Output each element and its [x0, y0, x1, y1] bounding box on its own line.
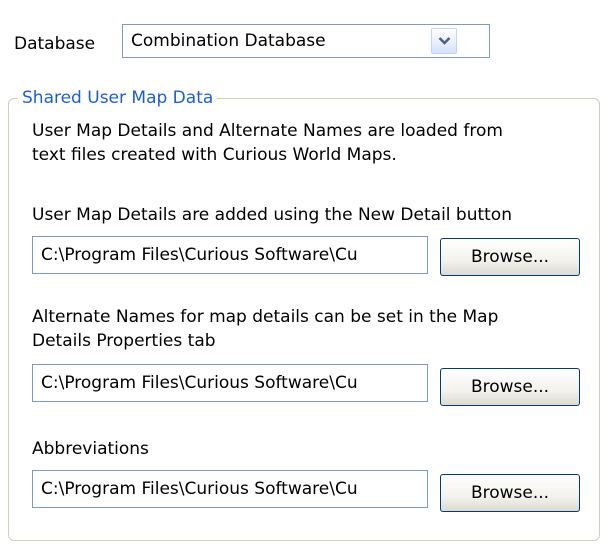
database-label: Database	[14, 34, 96, 54]
alternate-names-label-line-2: Details Properties tab	[32, 331, 216, 351]
abbreviations-path-value: C:\Program Files\Curious Software\Cu	[41, 479, 358, 499]
abbreviations-browse-button[interactable]: Browse...	[440, 474, 580, 512]
group-title: Shared User Map Data	[18, 88, 218, 108]
alternate-names-label-line-1: Alternate Names for map details can be s…	[32, 307, 499, 327]
alternate-names-path-value: C:\Program Files\Curious Software\Cu	[41, 373, 358, 393]
alternate-names-browse-button[interactable]: Browse...	[440, 368, 580, 406]
chevron-down-icon	[438, 37, 451, 45]
database-dropdown-button[interactable]	[431, 28, 457, 54]
database-select[interactable]: Combination Database	[122, 24, 490, 58]
abbreviations-label: Abbreviations	[32, 439, 149, 459]
user-map-details-label: User Map Details are added using the New…	[32, 205, 512, 225]
user-map-details-path-input[interactable]: C:\Program Files\Curious Software\Cu	[32, 236, 428, 274]
settings-panel: Database Combination Database Shared Use…	[0, 0, 609, 549]
intro-text-line-2: text files created with Curious World Ma…	[32, 145, 397, 165]
database-select-value: Combination Database	[131, 31, 326, 51]
user-map-details-browse-button[interactable]: Browse...	[440, 238, 580, 276]
abbreviations-path-input[interactable]: C:\Program Files\Curious Software\Cu	[32, 470, 428, 508]
alternate-names-path-input[interactable]: C:\Program Files\Curious Software\Cu	[32, 364, 428, 402]
user-map-details-path-value: C:\Program Files\Curious Software\Cu	[41, 245, 358, 265]
intro-text-line-1: User Map Details and Alternate Names are…	[32, 121, 503, 141]
